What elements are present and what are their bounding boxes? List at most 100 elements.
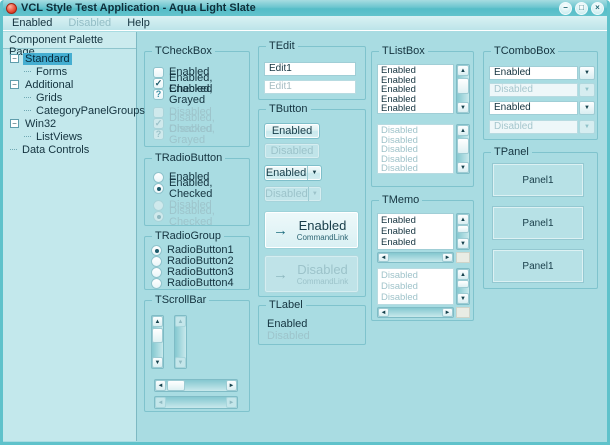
- scrollbar-thumb[interactable]: [457, 225, 469, 233]
- memo-hscrollbar[interactable]: ◄ ►: [377, 307, 454, 318]
- main-area: TCheckBox Enabled ✓ Enabled, Checked ? E…: [137, 32, 607, 441]
- memo-hscrollbar[interactable]: ◄ ►: [377, 252, 454, 263]
- group-title: TPanel: [491, 146, 532, 159]
- menu-item-help[interactable]: Help: [119, 17, 158, 29]
- collapse-icon[interactable]: −: [10, 80, 19, 89]
- tree-connector: [24, 71, 31, 72]
- combobox-enabled-2[interactable]: Enabled ▼: [489, 101, 595, 115]
- tree-item-forms[interactable]: Forms: [3, 65, 136, 78]
- scroll-left-icon[interactable]: ◄: [378, 253, 389, 262]
- radio-enabled-checked[interactable]: Enabled, Checked: [153, 177, 249, 199]
- combobox-enabled-1[interactable]: Enabled ▼: [489, 66, 595, 80]
- scroll-up-icon[interactable]: ▲: [457, 214, 469, 225]
- checkbox-enabled-grayed[interactable]: ? Enabled, Grayed: [153, 83, 249, 105]
- vertical-scrollbar-enabled[interactable]: ▲ ▼: [151, 315, 164, 369]
- scroll-down-icon[interactable]: ▼: [457, 293, 469, 304]
- tree-item-win32[interactable]: − Win32: [3, 117, 136, 130]
- scrollbar-track[interactable]: [389, 308, 442, 317]
- list-item: Disabled: [381, 174, 450, 175]
- listbox-enabled[interactable]: Enabled Enabled Enabled Enabled Enabled …: [377, 64, 470, 114]
- tree-item-categorypanelgroups[interactable]: CategoryPanelGroups: [3, 104, 145, 117]
- grayed-icon: ?: [153, 89, 164, 100]
- commandlink-subtitle: CommandLink: [296, 233, 349, 242]
- tree-item-data-controls[interactable]: Data Controls: [3, 143, 136, 156]
- scroll-right-icon[interactable]: ►: [442, 253, 453, 262]
- scrollbar-thumb[interactable]: [457, 138, 469, 154]
- dropdown-arrow-icon: ▼: [579, 120, 595, 134]
- window-controls: − □ ×: [559, 1, 604, 15]
- scroll-left-icon[interactable]: ◄: [378, 308, 389, 317]
- scrollbar-track[interactable]: [457, 280, 469, 293]
- scroll-right-icon[interactable]: ►: [226, 380, 237, 391]
- listbox-scrollbar[interactable]: ▲ ▼: [456, 124, 470, 174]
- tree-item-listviews[interactable]: ListViews: [3, 130, 136, 143]
- horizontal-scrollbar-enabled[interactable]: ◄ ►: [154, 379, 238, 392]
- group-tcheckbox: TCheckBox Enabled ✓ Enabled, Checked ? E…: [144, 45, 250, 147]
- listbox-items[interactable]: Enabled Enabled Enabled Enabled Enabled …: [377, 64, 454, 114]
- scroll-down-icon[interactable]: ▼: [152, 357, 163, 368]
- tree-item-standard[interactable]: − Standard: [3, 52, 136, 65]
- combobox-value[interactable]: Enabled: [489, 66, 578, 80]
- memo-line: Disabled: [381, 270, 418, 281]
- scroll-left-icon[interactable]: ◄: [155, 380, 166, 391]
- edit-enabled[interactable]: Edit1: [264, 62, 356, 76]
- scrollbar-thumb[interactable]: [457, 280, 469, 288]
- radiogroup-item-4[interactable]: RadioButton4: [151, 278, 234, 289]
- menu-item-enabled[interactable]: Enabled: [4, 17, 60, 29]
- memo-vscrollbar[interactable]: ▲ ▼: [456, 213, 470, 250]
- maximize-icon[interactable]: □: [575, 1, 588, 15]
- scroll-up-icon[interactable]: ▲: [457, 269, 469, 280]
- tree-label: CategoryPanelGroups: [36, 104, 145, 117]
- memo-text[interactable]: Enabled Enabled Enabled: [377, 213, 454, 250]
- scroll-down-icon[interactable]: ▼: [457, 162, 469, 173]
- scroll-down-icon: ▼: [175, 357, 186, 368]
- scrollbar-track[interactable]: [166, 380, 226, 391]
- scroll-down-icon[interactable]: ▼: [457, 102, 469, 113]
- title-bar: VCL Style Test Application - Aqua Light …: [0, 0, 610, 16]
- tree-label: Win32: [25, 117, 57, 130]
- scrollbar-track[interactable]: [152, 327, 163, 357]
- splitbutton-disabled: Disabled ▼: [264, 186, 322, 202]
- radio-icon: [151, 256, 162, 267]
- scroll-right-icon[interactable]: ►: [442, 308, 453, 317]
- memo-vscrollbar[interactable]: ▲ ▼: [456, 268, 470, 305]
- commandlink-enabled[interactable]: → Enabled CommandLink: [264, 211, 359, 249]
- scroll-up-icon[interactable]: ▲: [457, 125, 469, 136]
- group-tpanel: TPanel Panel1 Panel1 Panel1: [483, 146, 598, 289]
- dropdown-arrow-icon[interactable]: ▼: [307, 166, 321, 180]
- scrollbar-thumb[interactable]: [457, 78, 469, 94]
- splitbutton-enabled[interactable]: Enabled ▼: [264, 165, 322, 181]
- button-enabled[interactable]: Enabled: [264, 123, 320, 139]
- group-tscrollbar: TScrollBar ▲ ▼ ▲ ▼ ◄ ► ◄ ►: [144, 294, 250, 412]
- scroll-down-icon[interactable]: ▼: [457, 238, 469, 249]
- combobox-value[interactable]: Enabled: [489, 101, 578, 115]
- scrollbar-track[interactable]: [457, 225, 469, 238]
- collapse-icon[interactable]: −: [10, 54, 19, 63]
- group-title: TRadioGroup: [152, 230, 225, 243]
- minimize-icon[interactable]: −: [559, 1, 572, 15]
- tree-connector: [24, 110, 31, 111]
- arrow-right-icon: →: [273, 265, 288, 283]
- listbox-scrollbar[interactable]: ▲ ▼: [456, 64, 470, 114]
- component-palette-sidebar: Component Palette Page − Standard Forms …: [3, 32, 145, 441]
- scrollbar-thumb[interactable]: [152, 328, 163, 343]
- tree-item-grids[interactable]: Grids: [3, 91, 136, 104]
- splitbutton-label: Disabled: [265, 188, 308, 200]
- scrollbar-track[interactable]: [457, 76, 469, 102]
- memo-line: Enabled: [381, 226, 416, 237]
- scrollbar-track[interactable]: [389, 253, 442, 262]
- checkmark-icon: ✓: [153, 78, 164, 89]
- memo-text: Disabled Disabled Disabled: [377, 268, 454, 305]
- scroll-up-icon[interactable]: ▲: [457, 65, 469, 76]
- list-item[interactable]: Enabled: [381, 114, 450, 115]
- splitbutton-label[interactable]: Enabled: [265, 167, 307, 179]
- scrollbar-thumb[interactable]: [167, 380, 185, 391]
- collapse-icon[interactable]: −: [10, 119, 19, 128]
- dropdown-arrow-icon[interactable]: ▼: [579, 66, 595, 80]
- close-icon[interactable]: ×: [591, 1, 604, 15]
- memo-enabled[interactable]: Enabled Enabled Enabled ▲ ▼ ◄ ►: [377, 213, 470, 263]
- scroll-up-icon[interactable]: ▲: [152, 316, 163, 327]
- tree-item-additional[interactable]: − Additional: [3, 78, 136, 91]
- scrollbar-track[interactable]: [457, 136, 469, 162]
- dropdown-arrow-icon[interactable]: ▼: [579, 101, 595, 115]
